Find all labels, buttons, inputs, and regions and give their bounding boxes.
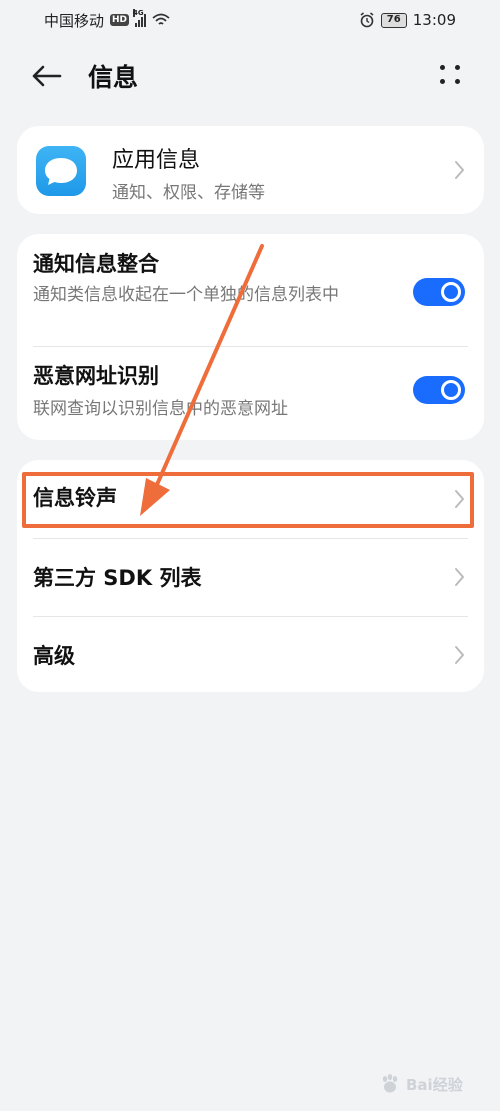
chevron-right-icon (455, 161, 464, 179)
paw-logo-icon (382, 1074, 398, 1093)
more-dots-icon (440, 65, 445, 70)
status-bar: 中国移动 HD 4G 76 13:09 (0, 0, 500, 40)
list-item-advanced[interactable]: 高级 (17, 616, 484, 694)
list-item-sdk-list[interactable]: 第三方 SDK 列表 (17, 538, 484, 616)
advanced-label: 高级 (33, 644, 75, 668)
chevron-right-icon (455, 646, 464, 664)
divider (33, 346, 468, 347)
carrier-name: 中国移动 (44, 11, 105, 30)
merge-notifications-toggle[interactable] (413, 278, 465, 306)
page-header: 信息 (0, 52, 500, 100)
merge-notifications-description: 通知类信息收起在一个单独的信息列表中 (33, 285, 339, 305)
toggle-settings-card: 通知信息整合 通知类信息收起在一个单独的信息列表中 恶意网址识别 联网查询以识别… (17, 234, 484, 440)
back-button[interactable] (30, 60, 70, 92)
back-arrow-icon (32, 65, 62, 87)
cellular-signal-icon: 4G (133, 9, 147, 27)
alarm-clock-icon (360, 12, 374, 28)
messages-app-icon (36, 146, 86, 196)
malicious-url-description: 联网查询以识别信息中的恶意网址 (33, 399, 288, 419)
clock-time: 13:09 (412, 11, 456, 29)
wifi-icon (152, 13, 170, 25)
app-info-title: 应用信息 (112, 148, 201, 173)
chevron-right-icon (455, 568, 464, 586)
page-title: 信息 (88, 63, 139, 92)
merge-notifications-title: 通知信息整合 (33, 252, 159, 276)
network-type: 4G (133, 9, 144, 17)
watermark: Bai经验 (378, 1072, 463, 1096)
watermark-text: Bai经验 (406, 1075, 463, 1094)
app-info-card[interactable]: 应用信息 通知、权限、存储等 (17, 126, 484, 214)
status-left: 中国移动 HD 4G (44, 9, 170, 31)
hd-voice-badge: HD (110, 14, 130, 26)
app-info-subtitle: 通知、权限、存储等 (112, 183, 265, 203)
malicious-url-toggle[interactable] (413, 376, 465, 404)
sdk-list-label: 第三方 SDK 列表 (33, 566, 202, 590)
more-options-button[interactable] (430, 60, 470, 92)
status-right: 76 13:09 (359, 11, 456, 29)
battery-level: 76 (380, 12, 407, 28)
malicious-url-title: 恶意网址识别 (33, 364, 159, 388)
highlight-box (22, 472, 474, 528)
